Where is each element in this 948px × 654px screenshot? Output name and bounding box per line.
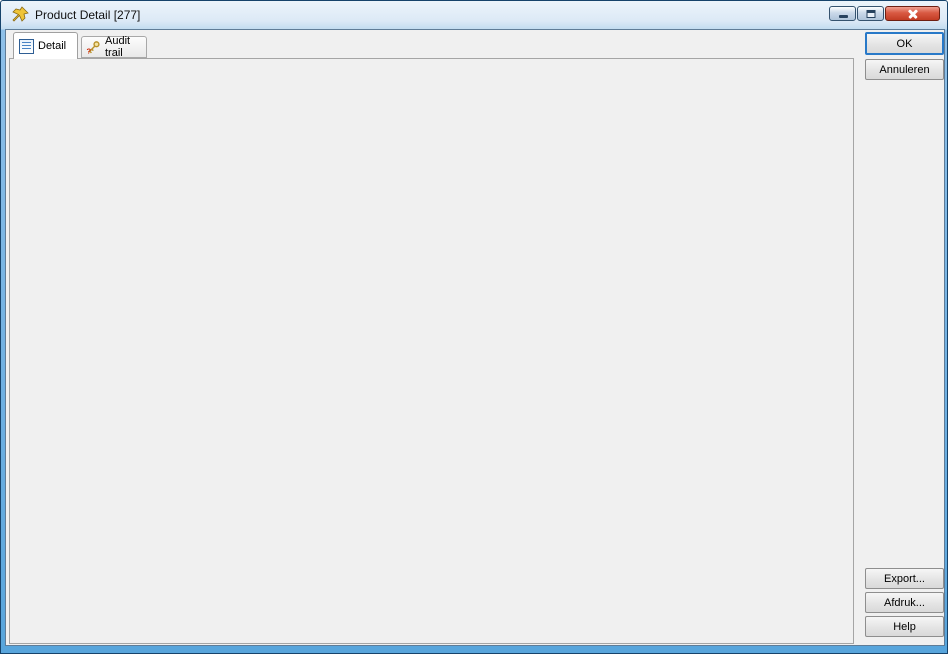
minimize-icon (838, 15, 848, 18)
help-button[interactable]: Help (865, 616, 944, 637)
key-icon: ? (87, 41, 100, 54)
tab-audit-label: Audit trail (105, 35, 131, 59)
export-button[interactable]: Export... (865, 568, 944, 589)
tab-audit-trail[interactable]: ? Audit trail (81, 35, 147, 59)
maximize-button[interactable] (857, 6, 884, 21)
maximize-icon (866, 9, 875, 18)
close-icon (886, 7, 939, 20)
app-pushpin-icon (12, 6, 29, 22)
tab-detail-label: Detail (38, 40, 67, 52)
product-detail-window: Product Detail [277] ? Audit trail Detai… (0, 0, 948, 654)
cancel-button[interactable]: Annuleren (865, 59, 944, 80)
window-title: Product Detail [277] (35, 8, 141, 22)
tab-detail[interactable]: Detail (13, 32, 78, 59)
document-icon (19, 38, 34, 54)
ok-button[interactable]: OK (865, 32, 944, 55)
detail-tab-page (9, 58, 854, 644)
minimize-button[interactable] (829, 6, 856, 21)
close-button[interactable] (885, 6, 940, 21)
svg-text:?: ? (87, 47, 92, 54)
afdruk-button[interactable]: Afdruk... (865, 592, 944, 613)
